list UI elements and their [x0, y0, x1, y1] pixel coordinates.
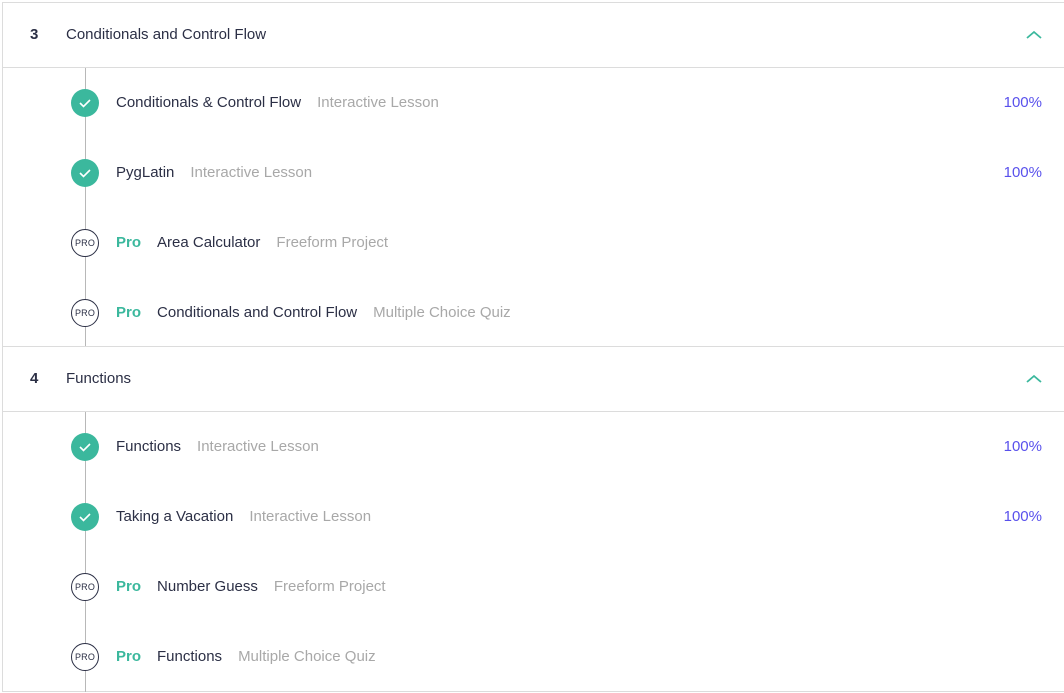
list-item[interactable]: PRO Pro Area Calculator Freeform Project: [3, 223, 1064, 263]
list-item[interactable]: PRO Pro Functions Multiple Choice Quiz: [3, 637, 1064, 677]
list-item[interactable]: Conditionals & Control Flow Interactive L…: [3, 83, 1064, 123]
item-name: Area Calculator: [157, 234, 261, 251]
item-name: Number Guess: [157, 578, 258, 595]
item-name: Conditionals and Control Flow: [157, 304, 358, 321]
check-circle-icon: [71, 433, 99, 461]
item-type: Interactive Lesson: [197, 438, 319, 455]
module-header[interactable]: 4 Functions: [3, 347, 1064, 412]
list-item[interactable]: PRO Pro Conditionals and Control Flow Mult…: [3, 293, 1064, 333]
progress-value: 100%: [1003, 508, 1042, 525]
pro-badge-text: PRO: [74, 582, 96, 592]
pro-badge-icon: PRO: [71, 573, 99, 601]
pro-badge-icon: PRO: [71, 299, 99, 327]
pro-badge-text: PRO: [74, 238, 96, 248]
check-circle-icon: [71, 503, 99, 531]
item-type: Freeform Project: [276, 234, 389, 251]
pro-badge-icon: PRO: [71, 229, 99, 257]
item-name: PygLatin: [116, 164, 175, 181]
item-type: Freeform Project: [273, 578, 386, 595]
list-item[interactable]: PRO Pro Number Guess Freeform Project: [3, 567, 1064, 607]
module-title: Functions: [66, 370, 132, 387]
item-type: Multiple Choice Quiz: [373, 304, 511, 321]
item-name: Taking a Vacation: [116, 508, 234, 525]
check-circle-icon: [71, 89, 99, 117]
list-item[interactable]: Taking a Vacation Interactive Lesson 100%: [3, 497, 1064, 537]
module-title: Conditionals and Control Flow: [66, 26, 267, 43]
progress-value: 100%: [1003, 438, 1042, 455]
item-name: Conditionals & Control Flow: [116, 94, 302, 111]
pro-badge-text: PRO: [74, 308, 96, 318]
pro-badge-text: PRO: [74, 652, 96, 662]
item-type: Interactive Lesson: [317, 94, 439, 111]
pro-badge-icon: PRO: [71, 643, 99, 671]
item-type: Multiple Choice Quiz: [238, 648, 376, 665]
module-item-list: Conditionals & Control Flow Interactive L…: [3, 68, 1064, 348]
item-type: Interactive Lesson: [190, 164, 313, 181]
check-circle-icon: [71, 159, 99, 187]
pro-label: Pro: [116, 648, 142, 665]
module-3: 3 Conditionals and Control Flow Conditio…: [2, 2, 1064, 348]
pro-label: Pro: [116, 578, 142, 595]
item-type: Interactive Lesson: [249, 508, 372, 525]
module-number: 4: [30, 370, 39, 387]
progress-value: 100%: [1003, 164, 1042, 181]
progress-value: 100%: [1003, 94, 1042, 111]
list-item[interactable]: Functions Interactive Lesson 100%: [3, 427, 1064, 467]
module-item-list: Functions Interactive Lesson 100% Taking …: [3, 412, 1064, 692]
module-header[interactable]: 3 Conditionals and Control Flow: [3, 3, 1064, 68]
pro-label: Pro: [116, 304, 142, 321]
chevron-up-icon[interactable]: [1024, 369, 1044, 389]
item-name: Functions: [157, 648, 223, 665]
chevron-up-icon[interactable]: [1024, 25, 1044, 45]
module-number: 3: [30, 26, 39, 43]
item-name: Functions: [116, 438, 182, 455]
list-item[interactable]: PygLatin Interactive Lesson 100%: [3, 153, 1064, 193]
pro-label: Pro: [116, 234, 142, 251]
module-4: 4 Functions Functions Interactive Lesson …: [2, 346, 1064, 692]
